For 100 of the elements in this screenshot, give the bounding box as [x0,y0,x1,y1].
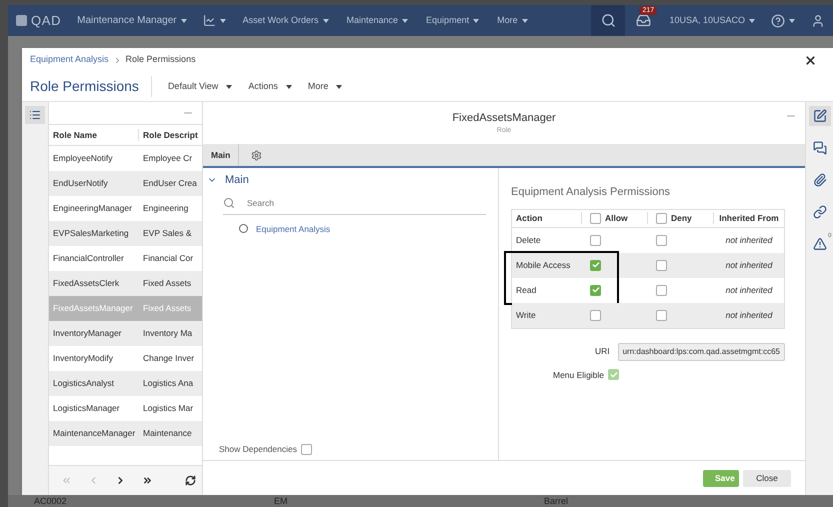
role-description: Fixed Assets [143,277,192,290]
link-icon [812,205,826,219]
search-button[interactable] [591,5,626,36]
checkbox[interactable] [656,310,667,320]
help-icon [771,14,785,28]
chart-icon [202,14,216,27]
toolbar-menu[interactable]: More [308,80,342,94]
column-header: Action [512,212,582,224]
checkbox[interactable] [590,284,601,296]
dialog-title: Role Permissions [30,76,152,97]
caret-icon [789,18,795,22]
column-header: Inherited From [718,212,780,224]
action-name: Delete [515,234,542,246]
tree-item[interactable]: Equipment Analysis [256,222,330,236]
tab[interactable]: Main [203,144,240,166]
role-description: Logistics Ana [143,377,194,390]
nav-menu[interactable]: Maintenance [338,14,418,28]
action-name: Write [515,308,537,322]
user-icon [811,14,825,28]
background-cell-text: AC0002 [34,495,68,507]
logo-icon [16,15,27,26]
role-row[interactable]: MaintenanceManager Maintenance [49,421,202,446]
search-icon [600,13,616,28]
role-name: InventoryModify [52,352,114,365]
role-row[interactable]: FixedAssetsClerk Fixed Assets [49,271,202,296]
list-view-button[interactable] [25,106,45,124]
caret-icon [220,18,226,22]
role-name: InventoryManager [52,327,123,340]
close-button[interactable]: Close [743,470,791,486]
role-description: EndUser Crea [143,177,197,190]
caret-icon [522,18,528,22]
close-button[interactable] [804,54,817,66]
toolbar-menu[interactable]: Actions [248,80,292,94]
breadcrumb-current: Role Permissions [126,53,196,66]
caret-icon [226,84,232,88]
toolbar-menu[interactable]: Default View [168,80,232,94]
caret-icon [473,18,480,22]
column-header[interactable]: Role Name [49,128,139,142]
last-page-button[interactable] [142,475,153,486]
breadcrumb-link[interactable]: Equipment Analysis [30,53,109,67]
uri-label: URI [594,345,610,358]
caret-icon [336,84,342,88]
inherited-from: not inherited [724,308,774,322]
role-row[interactable]: EVPSalesMarketing EVP Sales & [49,221,202,246]
nav-menu[interactable]: Asset Work Orders [234,14,338,28]
radio-button[interactable] [239,224,248,234]
edit-icon [812,109,826,123]
role-description: Financial Cor [143,252,194,265]
role-name: EngineeringManager [52,202,133,215]
background-cell: Barrel [544,495,568,507]
checkbox[interactable] [656,212,667,224]
uri-field[interactable]: urn:dashboard:lps:com.qad.assetmgmt:cc65 [618,342,785,360]
domain-menu[interactable]: 10USA, 10USACO [661,14,763,28]
role-description: Change Inver [143,352,194,365]
checkbox[interactable] [656,234,667,246]
column-header[interactable]: Role Descript [139,128,198,142]
checkbox[interactable] [590,260,601,270]
role-name: LogisticsManager [52,402,121,415]
checkbox[interactable] [590,234,601,246]
search-icon [223,197,235,209]
caret-icon [180,18,187,22]
search-field[interactable]: Search [247,196,486,210]
show-dependencies-label: Show Dependencies [219,443,297,456]
refresh-button[interactable] [185,475,196,486]
role-row[interactable]: InventoryManager Inventory Ma [49,321,202,346]
double-chevron-left-icon [61,475,72,486]
menu-eligible-label: Menu Eligible [553,368,604,382]
checkbox[interactable] [608,369,620,380]
logo[interactable]: QAD [31,10,62,30]
role-name: MaintenanceManager [52,427,136,440]
role-row[interactable]: EndUserNotify EndUser Crea [49,171,202,196]
checkbox[interactable] [656,284,667,296]
checkbox[interactable] [300,444,312,456]
role-name: FixedAssetsClerk [52,277,120,290]
section-header[interactable]: Main [207,172,494,188]
background-cell-text: EM [274,495,288,507]
role-title: FixedAssetsManager [452,110,556,126]
checkbox[interactable] [590,310,601,320]
close-icon [804,54,817,66]
nav-menu[interactable]: Equipment [417,14,488,28]
nav-menu[interactable]: More [488,14,537,28]
warning-icon [812,237,826,251]
paperclip-icon [812,173,826,187]
inbox-icon [636,13,651,28]
role-description: Fixed Assets [143,302,192,315]
caret-icon [286,84,292,88]
inherited-from: not inherited [724,234,774,246]
refresh-icon [185,475,196,486]
inherited-from: not inherited [724,258,774,272]
role-row[interactable]: LogisticsAnalyst Logistics Ana [49,371,202,396]
role-description: Inventory Ma [143,327,192,340]
app-menu[interactable]: Maintenance Manager [69,13,195,28]
side-tool-button[interactable] [808,106,830,126]
checkbox[interactable] [590,212,601,224]
role-name: FixedAssetsManager [52,302,134,315]
checkbox[interactable] [656,260,667,270]
role-name: EVPSalesMarketing [52,227,130,240]
role-name: EndUserNotify [52,177,109,190]
caret-icon [402,18,408,22]
column-header: Allow [605,212,628,224]
